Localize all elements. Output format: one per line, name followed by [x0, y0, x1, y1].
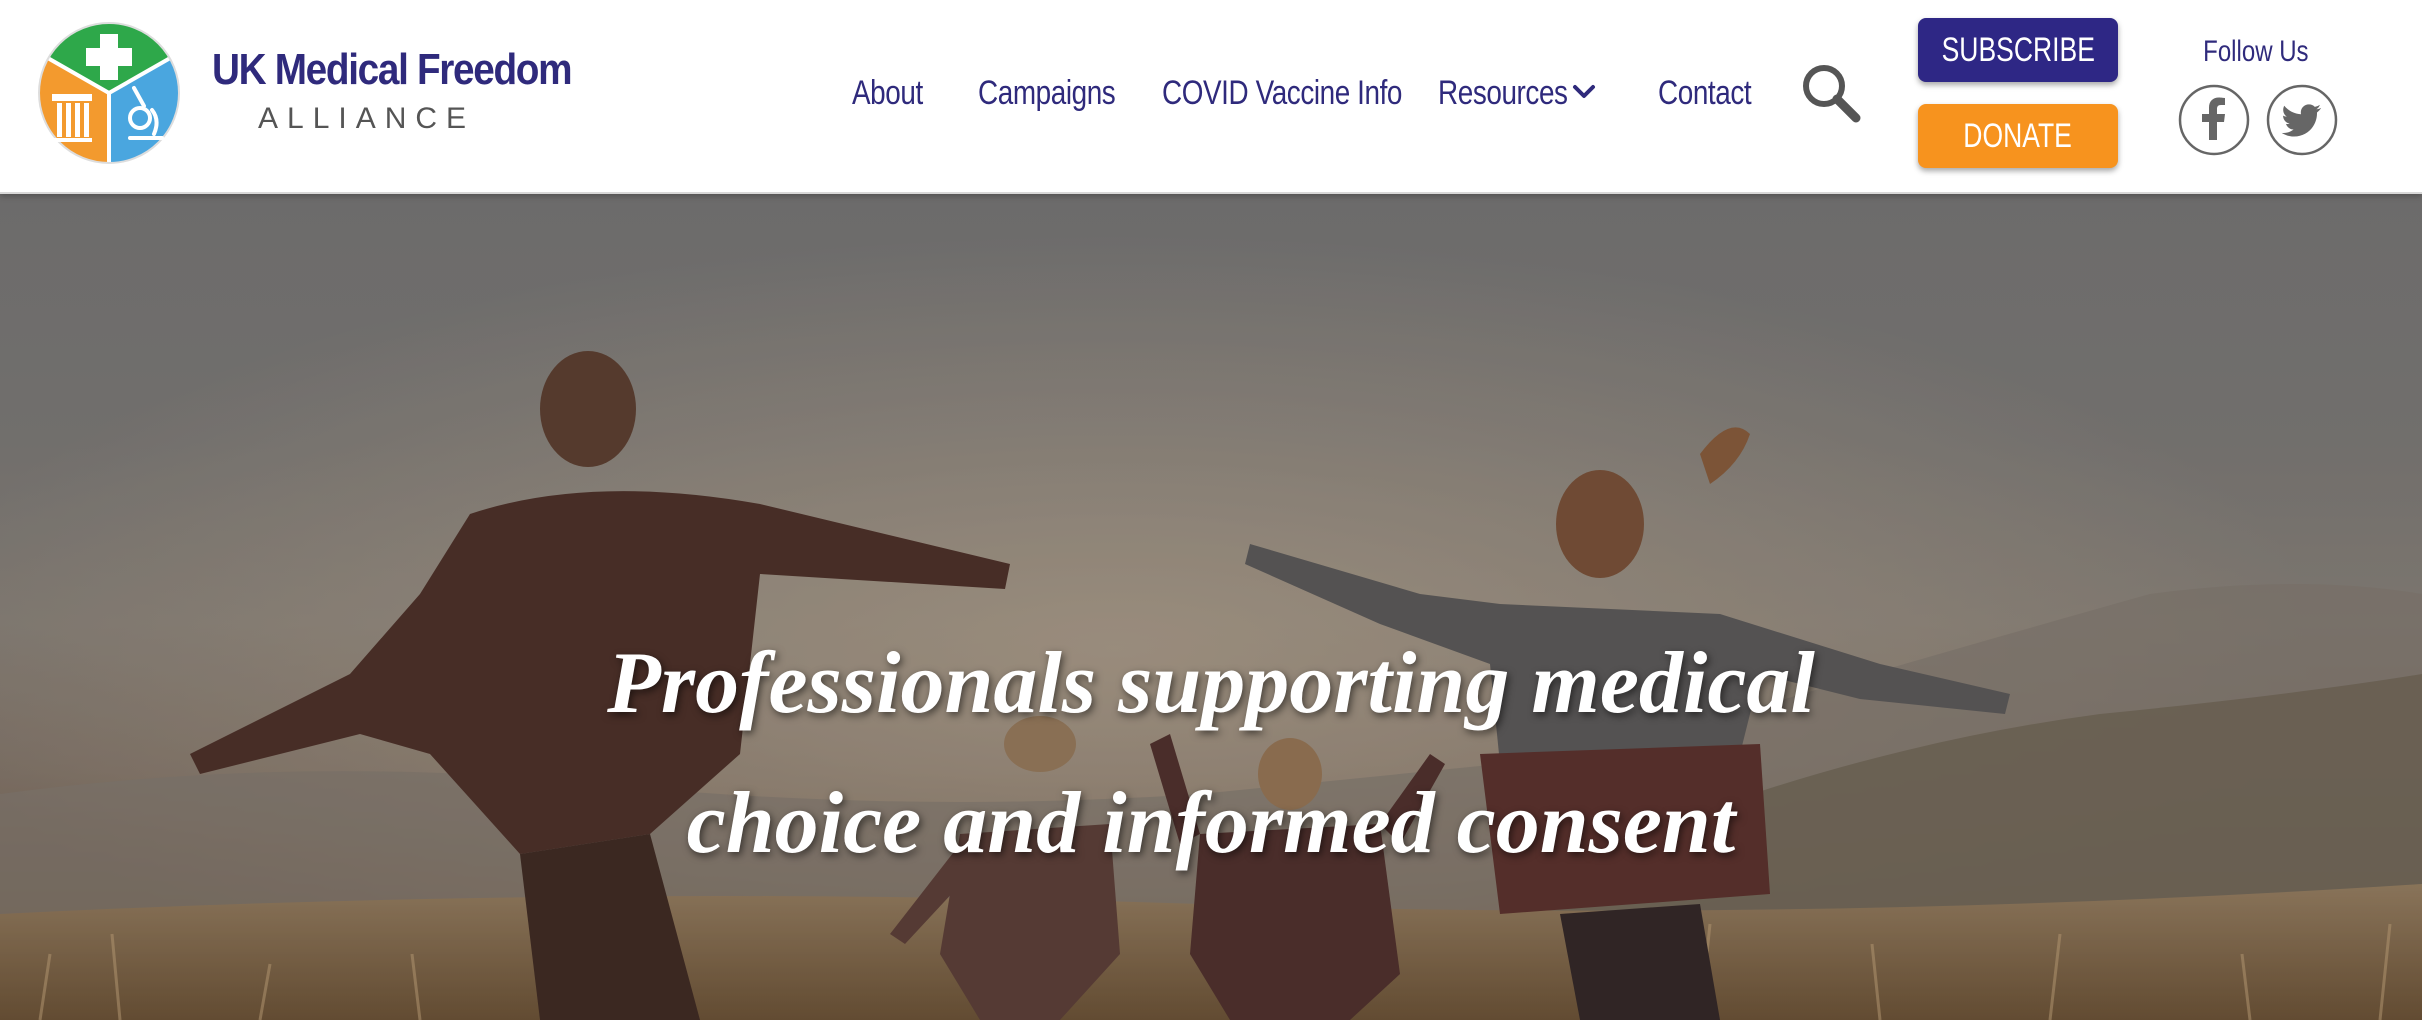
- site-header: UK Medical Freedom ALLIANCE About Campai…: [0, 0, 2422, 194]
- donate-button[interactable]: DONATE: [1918, 104, 2118, 168]
- subscribe-button-label: SUBSCRIBE: [1941, 31, 2095, 69]
- hero-headline-line-1: Professionals supporting medical: [607, 635, 1815, 732]
- nav-item-resources[interactable]: Resources: [1438, 68, 1568, 118]
- site-logo[interactable]: [36, 20, 182, 166]
- hero-overlay: [0, 194, 2422, 1020]
- hero-banner: Professionals supporting medical choice …: [0, 194, 2422, 1020]
- search-icon[interactable]: [1800, 62, 1862, 124]
- nav-item-about[interactable]: About: [852, 68, 923, 118]
- nav-item-campaigns[interactable]: Campaigns: [978, 68, 1116, 118]
- chevron-down-icon[interactable]: [1572, 82, 1596, 102]
- follow-us-label: Follow Us: [2203, 35, 2309, 68]
- subscribe-button[interactable]: SUBSCRIBE: [1918, 18, 2118, 82]
- twitter-icon[interactable]: [2266, 84, 2338, 156]
- nav-item-covid-vaccine-info[interactable]: COVID Vaccine Info: [1162, 68, 1402, 118]
- brand-name: UK Medical Freedom: [212, 45, 573, 94]
- facebook-icon[interactable]: [2178, 84, 2250, 156]
- medical-freedom-logo-icon: [38, 22, 180, 166]
- hero-headline: Professionals supporting medical choice …: [0, 614, 2422, 894]
- brand-text[interactable]: UK Medical Freedom ALLIANCE: [212, 45, 573, 135]
- brand-subtitle: ALLIANCE: [258, 102, 476, 135]
- hero-headline-line-2: choice and informed consent: [686, 775, 1736, 872]
- nav-item-contact[interactable]: Contact: [1658, 68, 1752, 118]
- donate-button-label: DONATE: [1963, 117, 2073, 155]
